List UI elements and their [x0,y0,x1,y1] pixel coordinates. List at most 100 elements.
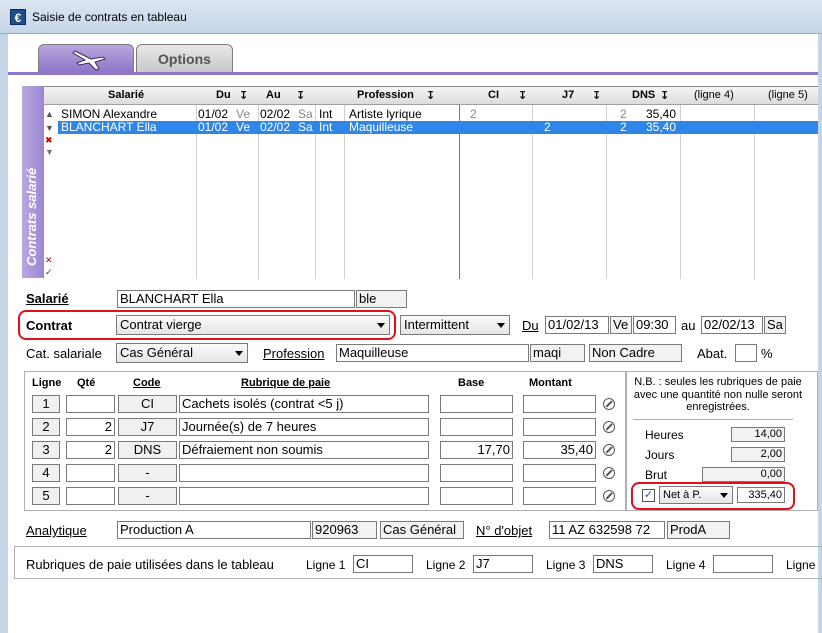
rub-montant-2[interactable] [523,418,596,436]
footer-l1-field[interactable]: CI [353,555,413,573]
sort-profession-icon[interactable]: ↧ [426,89,435,102]
rub-code-2[interactable]: J7 [118,418,177,436]
col-ci[interactable]: CI [488,89,499,101]
rub-base-2[interactable] [440,418,513,436]
row-down-icon[interactable]: ▼ [45,123,54,133]
analytique-field[interactable]: Production A [117,521,311,539]
rub-montant-4[interactable] [523,464,596,482]
col-ligne5[interactable]: (ligne 5) [768,89,808,101]
row-delete-icon[interactable]: ✖ [45,135,53,146]
rub-libelle-5[interactable] [179,487,429,505]
au-date-field[interactable]: 02/02/13 [701,316,763,334]
rub-code-5[interactable]: - [118,487,177,505]
sidebar-contrats: Contrats salarié [22,86,44,278]
rub-code-4[interactable]: - [118,464,177,482]
clear-line-icon[interactable] [603,444,615,456]
app-icon: € [10,9,26,25]
rub-montant-5[interactable] [523,487,596,505]
net-checkbox[interactable]: ✓ [642,489,655,502]
col-salarie[interactable]: Salarié [108,89,144,101]
rub-montant-1[interactable] [523,395,596,413]
sort-ci-icon[interactable]: ↧ [518,89,527,102]
chevron-down-icon [497,323,505,328]
sidebar-label: Contrats salarié [24,167,39,266]
rub-qte-3[interactable]: 2 [66,441,115,459]
sort-du-icon[interactable]: ↧ [239,89,248,102]
rub-col-code[interactable]: Code [133,377,161,389]
footer-l2-field[interactable]: J7 [473,555,533,573]
rub-qte-1[interactable] [66,395,115,413]
net-value: 335,40 [737,487,785,503]
sort-dns-icon[interactable]: ↧ [660,89,669,102]
rub-qte-4[interactable] [66,464,115,482]
table-row[interactable]: SIMON Alexandre 01/02 Ve 02/02 Sa Int Ar… [58,108,818,121]
objet-label[interactable]: N° d'objet [476,523,532,538]
rub-col-rubrique[interactable]: Rubrique de paie [241,377,330,389]
rub-col-ligne: Ligne [32,377,62,389]
rub-libelle-1[interactable]: Cachets isolés (contrat <5 j) [179,395,429,413]
rub-montant-3[interactable]: 35,40 [523,441,596,459]
row-insert-icon[interactable]: ▼ [45,147,54,157]
chevron-down-icon [720,493,728,498]
analytique-label[interactable]: Analytique [26,523,87,538]
rub-base-5[interactable] [440,487,513,505]
footer-l3-field[interactable]: DNS [593,555,653,573]
rub-libelle-2[interactable]: Journée(s) de 7 heures [179,418,429,436]
row-up-icon[interactable]: ▲ [45,109,54,119]
col-dns[interactable]: DNS [632,89,655,101]
rub-ligne-1: 1 [32,395,60,413]
footer-l4-field[interactable] [713,555,773,573]
au-jour-field: Sa [764,316,786,334]
col-j7[interactable]: J7 [562,89,574,101]
rub-code-3[interactable]: DNS [118,441,177,459]
col-du[interactable]: Du [216,89,231,101]
rub-base-3[interactable]: 17,70 [440,441,513,459]
salarie-field[interactable]: BLANCHART Ella [117,290,355,308]
cat-select[interactable]: Cas Général [116,343,248,363]
footer-l4-label: Ligne 4 [666,558,706,572]
tab-options[interactable]: Options [136,44,233,72]
rub-ligne-4: 4 [32,464,60,482]
rub-ligne-2: 2 [32,418,60,436]
col-ligne4[interactable]: (ligne 4) [694,89,734,101]
abat-field[interactable] [735,344,757,362]
objet-code-field: ProdA [667,521,730,539]
col-au[interactable]: Au [266,89,281,101]
type-select[interactable]: Intermittent [400,315,510,335]
rub-libelle-4[interactable] [179,464,429,482]
cancel-icon[interactable]: ✕ [45,255,53,266]
brut-value: 0,00 [702,467,785,482]
clear-line-icon[interactable] [603,490,615,502]
col-profession[interactable]: Profession [357,89,414,101]
net-select[interactable]: Net à P. [659,486,733,504]
table-row[interactable]: BLANCHART Ella 01/02 Ve 02/02 Sa Int Maq… [58,121,818,134]
rub-base-4[interactable] [440,464,513,482]
footer-l3-label: Ligne 3 [546,558,586,572]
clear-line-icon[interactable] [603,421,615,433]
rub-qte-5[interactable] [66,487,115,505]
clear-line-icon[interactable] [603,467,615,479]
title-bar: € Saisie de contrats en tableau [0,0,822,34]
profession-label[interactable]: Profession [263,346,324,361]
rub-qte-2[interactable]: 2 [66,418,115,436]
tab-contracts[interactable] [38,44,134,72]
profession-field[interactable]: Maquilleuse [336,344,529,362]
percent-label: % [761,346,773,361]
contrat-select[interactable]: Contrat vierge [116,315,390,335]
objet-field[interactable]: 11 AZ 632598 72 [549,521,665,539]
rub-col-montant: Montant [529,377,572,389]
sort-au-icon[interactable]: ↧ [296,89,305,102]
rub-code-1[interactable]: CI [118,395,177,413]
clear-line-icon[interactable] [603,398,615,410]
analytique-code-field: 920963 [312,521,377,539]
jours-value: 2,00 [731,447,785,462]
rub-libelle-3[interactable]: Défraiement non soumis [179,441,429,459]
rub-ligne-5: 5 [32,487,60,505]
du-heure-field[interactable]: 09:30 [633,316,676,334]
validate-icon[interactable]: ✓ [45,267,53,278]
sort-j7-icon[interactable]: ↧ [592,89,601,102]
du-label[interactable]: Du [522,318,539,333]
du-date-field[interactable]: 01/02/13 [545,316,609,334]
rub-base-1[interactable] [440,395,513,413]
salarie-label[interactable]: Salarié [26,291,69,306]
